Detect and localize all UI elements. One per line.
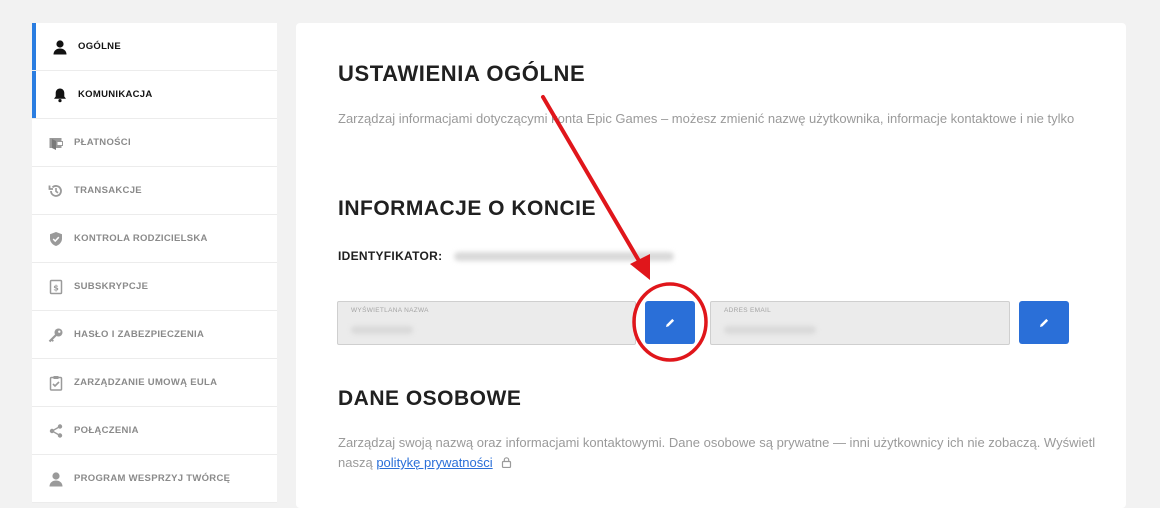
sidebar-item-label: PŁATNOŚCI [74, 137, 131, 148]
page-description: Zarządzaj informacjami dotyczącymi konta… [338, 111, 1075, 126]
account-id-value-redacted [454, 251, 675, 261]
receipt-icon: $ [46, 277, 66, 297]
sidebar-item-label: KOMUNIKACJA [78, 89, 153, 100]
bell-icon [50, 85, 70, 105]
pencil-icon [666, 318, 675, 327]
sidebar-item-connections[interactable]: POŁĄCZENIA [32, 407, 277, 455]
email-field[interactable]: ADRES EMAIL [710, 301, 1010, 345]
account-id-label: IDENTYFIKATOR: [338, 249, 443, 263]
personal-data-section-title: DANE OSOBOWE [338, 387, 522, 410]
privacy-policy-link[interactable]: politykę prywatności [376, 455, 492, 470]
user-icon [46, 469, 66, 489]
display-name-label: WYŚWIETLANA NAZWA [351, 307, 429, 314]
personal-data-description: Zarządzaj swoją nazwą oraz informacjami … [338, 433, 1098, 474]
display-name-field[interactable]: WYŚWIETLANA NAZWA [337, 301, 636, 345]
settings-main-panel: USTAWIENIA OGÓLNE Zarządzaj informacjami… [296, 23, 1126, 508]
display-name-value-redacted [351, 326, 413, 334]
share-icon [46, 421, 66, 441]
edit-display-name-button[interactable] [645, 301, 695, 344]
lock-icon [501, 454, 512, 474]
pencil-icon [1040, 318, 1049, 327]
sidebar-item-label: HASŁO I ZABEZPIECZENIA [74, 329, 205, 340]
email-value-redacted [724, 326, 816, 334]
wallet-icon [46, 133, 66, 153]
sidebar-item-payments[interactable]: PŁATNOŚCI [32, 119, 277, 167]
sidebar-item-general[interactable]: OGÓLNE [32, 23, 277, 71]
history-icon [46, 181, 66, 201]
svg-text:$: $ [53, 283, 59, 292]
edit-email-button[interactable] [1019, 301, 1069, 344]
sidebar-item-label: TRANSAKCJE [74, 185, 142, 196]
sidebar-item-label: ZARZĄDZANIE UMOWĄ EULA [74, 377, 218, 388]
sidebar-item-label: KONTROLA RODZICIELSKA [74, 233, 208, 244]
page-title: USTAWIENIA OGÓLNE [338, 61, 586, 86]
sidebar-item-label: OGÓLNE [78, 41, 121, 52]
sidebar-item-communication[interactable]: KOMUNIKACJA [32, 71, 277, 119]
sidebar-item-password-security[interactable]: HASŁO I ZABEZPIECZENIA [32, 311, 277, 359]
email-label: ADRES EMAIL [724, 307, 772, 314]
sidebar-item-creator-program[interactable]: PROGRAM WESPRZYJ TWÓRCĘ [32, 455, 277, 503]
user-icon [50, 37, 70, 57]
shield-icon [46, 229, 66, 249]
sidebar-item-label: POŁĄCZENIA [74, 425, 139, 436]
sidebar-item-transactions[interactable]: TRANSAKCJE [32, 167, 277, 215]
sidebar-item-label: SUBSKRYPCJE [74, 281, 149, 292]
account-id-row: IDENTYFIKATOR: [338, 249, 675, 263]
sidebar-item-parental-controls[interactable]: KONTROLA RODZICIELSKA [32, 215, 277, 263]
clipboard-check-icon [46, 373, 66, 393]
sidebar-item-subscriptions[interactable]: $ SUBSKRYPCJE [32, 263, 277, 311]
settings-sidebar: OGÓLNE KOMUNIKACJA PŁATNOŚCI TRANSAKCJE … [32, 23, 277, 508]
sidebar-item-label: PROGRAM WESPRZYJ TWÓRCĘ [74, 473, 231, 484]
account-section-title: INFORMACJE O KONCIE [338, 197, 597, 220]
sidebar-item-eula[interactable]: ZARZĄDZANIE UMOWĄ EULA [32, 359, 277, 407]
key-icon [46, 325, 66, 345]
